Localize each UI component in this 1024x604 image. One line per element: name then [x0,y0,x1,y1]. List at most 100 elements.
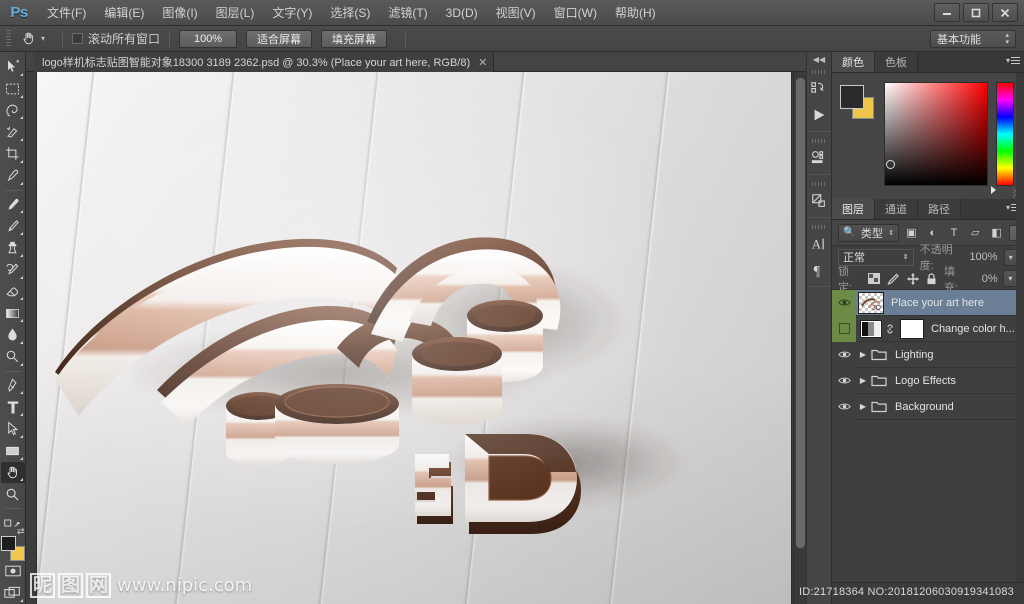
group-disclosure-triangle-icon[interactable]: ▶ [856,376,870,385]
paragraph-panel-icon[interactable]: ¶ [807,257,831,283]
hand-tool-icon[interactable] [15,28,41,50]
canvas-area[interactable] [26,72,806,604]
fill-value[interactable]: 0% [973,270,998,287]
color-swatches[interactable]: ⇄ [1,536,25,561]
fill-screen-button[interactable]: 填充屏幕 [321,30,387,48]
layer-name[interactable]: Place your art here [891,297,984,309]
filter-smart-object-icon[interactable]: ◧ [987,224,1005,242]
swap-colors-icon[interactable]: ⇄ [17,526,25,537]
zoom-tool[interactable] [1,483,25,505]
layer-visibility-toggle[interactable] [832,342,856,368]
history-brush-tool[interactable] [1,259,25,281]
layers-panel-scrollbar[interactable] [1016,73,1024,582]
crop-tool[interactable] [1,143,25,165]
layer-visibility-toggle[interactable] [832,368,856,394]
spot-healing-brush-tool[interactable] [1,194,25,216]
document-tab[interactable]: logo样机标志贴图智能对象18300 3189 2362.psd @ 30.3… [34,52,494,72]
layer-name[interactable]: Change color h... [931,323,1015,335]
canvas-vertical-scrollbar[interactable] [793,72,806,604]
lock-all-icon[interactable] [925,271,939,287]
menu-window[interactable]: 窗口(W) [545,0,606,26]
opacity-value[interactable]: 100% [967,249,997,266]
eyedropper-tool[interactable] [1,165,25,187]
color-panel[interactable] [832,73,1024,199]
scroll-all-windows-checkbox[interactable]: 滚动所有窗口 [72,30,160,47]
menu-help[interactable]: 帮助(H) [606,0,665,26]
rail-grip[interactable] [812,139,826,143]
menu-image[interactable]: 图像(I) [153,0,206,26]
options-bar-grip[interactable] [6,30,11,48]
history-panel-icon[interactable] [807,76,831,102]
menu-view[interactable]: 视图(V) [487,0,545,26]
color-picker-field[interactable] [884,82,988,186]
table-row[interactable]: Change color h... [832,316,1024,342]
close-icon[interactable]: ✕ [478,56,487,69]
collapse-panels-icon[interactable]: ◀◀ [806,52,832,66]
tab-layers[interactable]: 图层 [832,199,875,219]
hand-tool[interactable] [1,462,25,484]
adjustment-layer-thumbnail[interactable] [860,320,882,338]
foreground-color-swatch[interactable] [1,536,16,551]
tab-paths[interactable]: 路径 [918,199,961,219]
table-row[interactable]: ▶ Logo Effects [832,368,1024,394]
filter-pixel-icon[interactable]: ▣ [902,224,920,242]
filter-type-icon[interactable]: T [945,224,963,242]
rail-grip[interactable] [812,182,826,186]
pen-tool[interactable] [1,375,25,397]
maximize-button[interactable] [963,3,989,22]
filter-adjustment-icon[interactable]: ◐ [924,224,942,242]
table-row[interactable]: ▶ Lighting [832,342,1024,368]
horizontal-type-tool[interactable] [1,396,25,418]
layer-name[interactable]: Logo Effects [895,375,956,387]
screen-mode-button[interactable] [1,582,25,604]
quick-selection-tool[interactable] [1,121,25,143]
menu-filter[interactable]: 滤镜(T) [379,0,436,26]
layer-visibility-toggle[interactable] [832,394,856,420]
zoom-100-button[interactable]: 100% [179,30,237,48]
path-selection-tool[interactable] [1,418,25,440]
properties-panel-icon[interactable] [807,145,831,171]
group-disclosure-triangle-icon[interactable]: ▶ [856,402,870,411]
menu-3d[interactable]: 3D(D) [437,0,487,26]
tab-swatches[interactable]: 色板 [875,52,918,72]
menu-file[interactable]: 文件(F) [38,0,95,26]
move-tool[interactable] [1,56,25,78]
tab-channels[interactable]: 通道 [875,199,918,219]
lock-position-icon[interactable] [905,271,919,287]
gradient-tool[interactable] [1,302,25,324]
color-panel-foreground-swatch[interactable] [840,85,864,109]
color-picker-marker[interactable] [886,160,895,169]
hue-slider-marker[interactable] [991,186,996,194]
tool-preset-caret-icon[interactable]: ▾ [41,34,45,43]
eraser-tool[interactable] [1,281,25,303]
menu-type[interactable]: 文字(Y) [263,0,321,26]
group-disclosure-triangle-icon[interactable]: ▶ [856,350,870,359]
layer-name[interactable]: Lighting [895,349,934,361]
filter-shape-icon[interactable]: ▱ [966,224,984,242]
minimize-button[interactable] [934,3,960,22]
clone-stamp-tool[interactable] [1,237,25,259]
menu-edit[interactable]: 编辑(E) [95,0,153,26]
scrollbar-thumb[interactable] [796,78,805,548]
fit-screen-button[interactable]: 适合屏幕 [246,30,312,48]
color-panel-swatches[interactable] [840,85,874,119]
quick-mask-mode-button[interactable] [1,560,25,582]
layer-thumbnail[interactable]: 3D [858,292,884,314]
hue-slider[interactable] [996,82,1014,186]
workspace-switcher[interactable]: 基本功能 ▴▾ [930,30,1016,48]
link-mask-icon[interactable] [884,323,896,335]
close-button[interactable] [992,3,1018,22]
table-row[interactable]: 3D Place your art here [832,290,1024,316]
brush-tool[interactable] [1,215,25,237]
lock-transparent-pixels-icon[interactable] [867,271,881,287]
layer-name[interactable]: Background [895,401,954,413]
layer-visibility-toggle[interactable] [832,316,856,342]
rectangle-tool[interactable] [1,440,25,462]
tab-color[interactable]: 颜色 [832,52,875,72]
table-row[interactable]: ▶ Background [832,394,1024,420]
rail-grip[interactable] [812,225,826,229]
lock-image-pixels-icon[interactable] [886,271,900,287]
layer-mask-thumbnail[interactable] [900,319,924,339]
dodge-tool[interactable] [1,346,25,368]
adjustments-panel-icon[interactable] [807,188,831,214]
